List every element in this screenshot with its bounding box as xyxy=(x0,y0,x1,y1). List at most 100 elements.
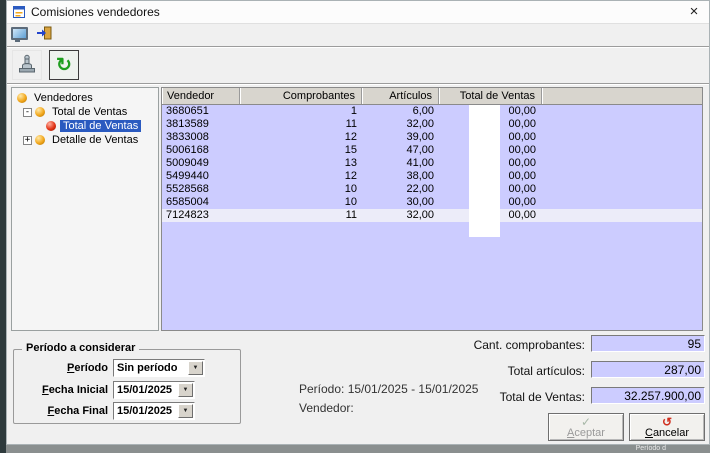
cant-comprobantes-label: Cant. comprobantes: xyxy=(474,338,585,352)
table-cell: 39,00 xyxy=(362,131,439,144)
table-cell: 3813589 xyxy=(162,118,240,131)
table-cell: 5009049 xyxy=(162,157,240,170)
tree-item[interactable]: +Detalle de Ventas xyxy=(12,133,158,147)
table-cell: 3833008 xyxy=(162,131,240,144)
table-cell: 5528568 xyxy=(162,183,240,196)
table-cell-filler xyxy=(542,157,702,170)
table-cell: 32,00 xyxy=(362,118,439,131)
sales-table-body: 368065116,0000,0038135891132,0000,003833… xyxy=(162,105,702,222)
total-articulos-label: Total artículos: xyxy=(508,364,585,378)
tree-item[interactable]: Vendedores xyxy=(12,91,158,105)
fecha-final-label: Fecha Final xyxy=(16,405,113,417)
table-row[interactable]: 368065116,0000,00 xyxy=(162,105,702,118)
content-separator xyxy=(7,83,709,85)
table-row[interactable]: 50090491341,0000,00 xyxy=(162,157,702,170)
period-select-value: Sin período xyxy=(114,360,187,376)
tree-node-icon xyxy=(17,93,27,103)
column-header-filler xyxy=(542,88,702,104)
exit-button[interactable] xyxy=(33,25,54,44)
fecha-inicial-select[interactable]: 15/01/2025 ▼ xyxy=(113,381,195,399)
fecha-inicial-label: Fecha Inicial xyxy=(16,384,113,396)
sales-table: Vendedor Comprobantes Artículos Total de… xyxy=(161,87,703,331)
tree: Vendedores-Total de VentasTotal de Venta… xyxy=(11,87,159,331)
collapse-icon[interactable]: - xyxy=(23,108,32,117)
status-strip: Período d xyxy=(6,445,710,453)
period-groupbox: Período a considerar Período Sin período… xyxy=(13,349,241,424)
stamp-icon xyxy=(16,53,38,78)
table-cell: 22,00 xyxy=(362,183,439,196)
table-cell: 1 xyxy=(240,105,362,118)
exit-icon xyxy=(36,26,52,43)
fecha-final-select[interactable]: 15/01/2025 ▼ xyxy=(113,402,195,420)
whiteout-overlay xyxy=(469,105,500,237)
table-cell: 47,00 xyxy=(362,144,439,157)
table-cell: 10 xyxy=(240,183,362,196)
dropdown-arrow-icon[interactable]: ▼ xyxy=(188,361,203,375)
table-cell: 11 xyxy=(240,209,362,222)
cancel-button-label: Cancelar xyxy=(645,428,689,439)
table-row[interactable]: 50061681547,0000,00 xyxy=(162,144,702,157)
tree-node-icon xyxy=(35,135,45,145)
cancel-button[interactable]: ↺ Cancelar xyxy=(629,413,705,441)
column-header-vendedor[interactable]: Vendedor xyxy=(162,88,240,104)
table-cell-filler xyxy=(542,196,702,209)
status-strip-text: Período d xyxy=(636,445,666,453)
stamp-button[interactable] xyxy=(12,50,42,80)
tree-node-icon xyxy=(46,121,56,131)
table-cell: 30,00 xyxy=(362,196,439,209)
table-cell: 7124823 xyxy=(162,209,240,222)
accept-button[interactable]: ✓ Aceptar xyxy=(548,413,624,441)
check-icon: ✓ xyxy=(581,416,591,428)
tree-item[interactable]: Total de Ventas xyxy=(12,119,158,133)
table-cell: 11 xyxy=(240,118,362,131)
period-label: Período xyxy=(16,362,113,374)
table-cell: 5006168 xyxy=(162,144,240,157)
vendor-summary-text: Vendedor: xyxy=(299,401,354,415)
table-cell: 32,00 xyxy=(362,209,439,222)
window-title: Comisiones vendedores xyxy=(31,5,160,19)
table-cell: 5499440 xyxy=(162,170,240,183)
table-cell-filler xyxy=(542,144,702,157)
total-ventas-label: Total de Ventas: xyxy=(500,390,585,404)
table-header: Vendedor Comprobantes Artículos Total de… xyxy=(162,88,702,105)
table-cell: 12 xyxy=(240,170,362,183)
table-row[interactable]: 55285681022,0000,00 xyxy=(162,183,702,196)
title-bar[interactable]: Comisiones vendedores × xyxy=(7,1,709,24)
toolbar-top xyxy=(9,25,54,44)
column-header-total-ventas[interactable]: Total de Ventas xyxy=(439,88,542,104)
table-cell: 15 xyxy=(240,144,362,157)
table-cell: 41,00 xyxy=(362,157,439,170)
table-cell: 10 xyxy=(240,196,362,209)
table-row[interactable]: 65850041030,0000,00 xyxy=(162,196,702,209)
dropdown-arrow-icon[interactable]: ▼ xyxy=(178,404,193,418)
table-row[interactable]: 38135891132,0000,00 xyxy=(162,118,702,131)
table-cell-filler xyxy=(542,183,702,196)
table-row[interactable]: 38330081239,0000,00 xyxy=(162,131,702,144)
column-header-articulos[interactable]: Artículos xyxy=(362,88,439,104)
table-cell: 38,00 xyxy=(362,170,439,183)
table-cell: 3680651 xyxy=(162,105,240,118)
table-cell: 6585004 xyxy=(162,196,240,209)
fecha-final-field: Fecha Final 15/01/2025 ▼ xyxy=(16,402,195,420)
tree-item-label: Total de Ventas xyxy=(60,120,141,132)
close-button[interactable]: × xyxy=(679,2,709,22)
table-row[interactable]: 54994401238,0000,00 xyxy=(162,170,702,183)
table-cell-filler xyxy=(542,118,702,131)
table-cell: 6,00 xyxy=(362,105,439,118)
refresh-button[interactable]: ↻ xyxy=(49,50,79,80)
dialog-window: Comisiones vendedores × xyxy=(6,0,710,445)
total-articulos-value: 287,00 xyxy=(591,361,705,378)
table-cell: 12 xyxy=(240,131,362,144)
screen-button[interactable] xyxy=(9,25,30,44)
column-header-comprobantes[interactable]: Comprobantes xyxy=(240,88,362,104)
tree-item[interactable]: -Total de Ventas xyxy=(12,105,158,119)
period-select[interactable]: Sin período ▼ xyxy=(113,359,205,377)
app-icon xyxy=(12,5,26,19)
dropdown-arrow-icon[interactable]: ▼ xyxy=(178,383,193,397)
period-field: Período Sin período ▼ xyxy=(16,359,205,377)
expand-icon[interactable]: + xyxy=(23,136,32,145)
monitor-icon xyxy=(11,27,28,40)
table-row[interactable]: 71248231132,0000,00 xyxy=(162,209,702,222)
table-cell: 13 xyxy=(240,157,362,170)
cant-comprobantes-value: 95 xyxy=(591,335,705,352)
